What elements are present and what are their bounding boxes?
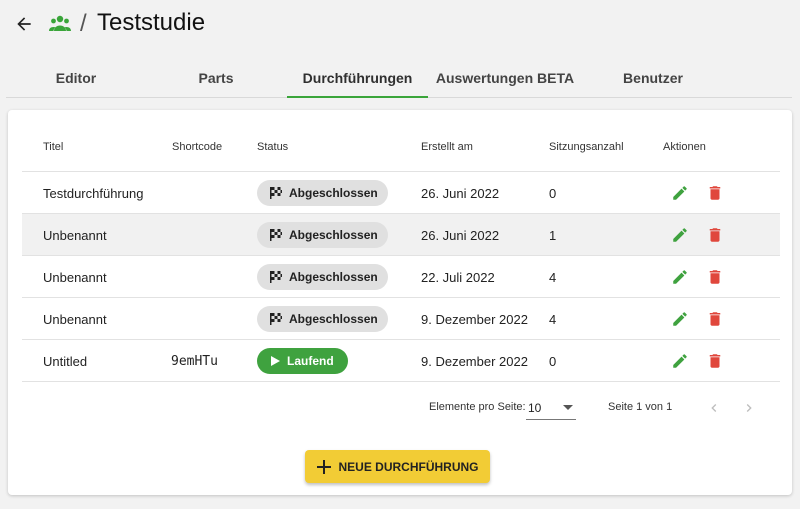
row-shortcode: 9emHTu (171, 353, 218, 369)
row-title: Unbenannt (43, 269, 107, 285)
row-created: 26. Juni 2022 (421, 227, 500, 243)
checkered-flag-icon (270, 271, 282, 283)
active-tab-indicator (287, 96, 428, 98)
row-created: 22. Juli 2022 (421, 269, 495, 285)
tab-benutzer[interactable]: Benutzer (582, 58, 724, 98)
row-created: 26. Juni 2022 (421, 185, 500, 201)
row-sessions: 4 (549, 311, 557, 327)
tab-bar: Editor Parts Durchführungen Auswertungen… (6, 58, 792, 98)
runs-card: Titel Shortcode Status Erstellt am Sitzu… (8, 110, 792, 495)
delete-icon[interactable] (705, 183, 725, 203)
items-per-page-value: 10 (528, 400, 542, 415)
column-header-title[interactable]: Titel (43, 141, 63, 153)
dropdown-caret-icon (563, 405, 573, 410)
items-per-page-label: Elemente pro Seite: (429, 401, 526, 413)
header: / Teststudie (0, 0, 800, 50)
row-sessions: 1 (549, 227, 557, 243)
row-sessions: 4 (549, 269, 557, 285)
status-label: Abgeschlossen (289, 270, 378, 284)
page-info: Seite 1 von 1 (608, 401, 673, 413)
new-run-label: NEUE DURCHFÜHRUNG (338, 459, 479, 474)
plus-icon (316, 459, 331, 474)
edit-icon[interactable] (670, 225, 690, 245)
tab-durchfuehrungen[interactable]: Durchführungen (287, 58, 428, 98)
status-chip: Laufend (257, 348, 348, 374)
table-row[interactable]: Untitled 9emHTu Laufend 9. Dezember 2022… (22, 339, 780, 381)
status-label: Abgeschlossen (289, 186, 378, 200)
tab-editor[interactable]: Editor (6, 58, 146, 98)
status-label: Abgeschlossen (289, 228, 378, 242)
delete-icon[interactable] (705, 225, 725, 245)
edit-icon[interactable] (670, 267, 690, 287)
row-title: Unbenannt (43, 311, 107, 327)
items-per-page-select[interactable]: 10 (526, 396, 576, 420)
table-bottom-border (22, 381, 780, 382)
delete-icon[interactable] (705, 351, 725, 371)
back-arrow-icon[interactable] (12, 12, 36, 36)
tab-auswertungen[interactable]: Auswertungen BETA (428, 58, 582, 98)
row-sessions: 0 (549, 353, 557, 369)
new-run-button[interactable]: NEUE DURCHFÜHRUNG (305, 450, 490, 483)
status-label: Abgeschlossen (289, 312, 378, 326)
edit-icon[interactable] (670, 309, 690, 329)
edit-icon[interactable] (670, 183, 690, 203)
checkered-flag-icon (270, 187, 282, 199)
column-header-created[interactable]: Erstellt am (421, 141, 473, 153)
page-title: Teststudie (97, 9, 206, 36)
status-label: Laufend (287, 354, 334, 368)
checkered-flag-icon (270, 229, 282, 241)
column-header-actions: Aktionen (663, 141, 706, 153)
row-title: Testdurchführung (43, 185, 144, 201)
table-row[interactable]: Unbenannt Abgeschlossen 26. Juni 2022 1 (22, 213, 780, 255)
delete-icon[interactable] (705, 309, 725, 329)
row-created: 9. Dezember 2022 (421, 311, 528, 327)
status-chip: Abgeschlossen (257, 306, 388, 332)
row-sessions: 0 (549, 185, 557, 201)
column-header-status[interactable]: Status (257, 141, 288, 153)
table-row[interactable]: Unbenannt Abgeschlossen 22. Juli 2022 4 (22, 255, 780, 297)
table-row[interactable]: Unbenannt Abgeschlossen 9. Dezember 2022… (22, 297, 780, 339)
column-header-shortcode[interactable]: Shortcode (172, 141, 222, 153)
status-chip: Abgeschlossen (257, 180, 388, 206)
row-created: 9. Dezember 2022 (421, 353, 528, 369)
delete-icon[interactable] (705, 267, 725, 287)
breadcrumb-separator: / (80, 10, 87, 37)
edit-icon[interactable] (670, 351, 690, 371)
status-chip: Abgeschlossen (257, 222, 388, 248)
status-chip: Abgeschlossen (257, 264, 388, 290)
row-title: Unbenannt (43, 227, 107, 243)
checkered-flag-icon (270, 313, 282, 325)
previous-page-icon[interactable] (704, 398, 724, 418)
group-icon (49, 14, 71, 32)
table-row[interactable]: Testdurchführung Abgeschlossen 26. Juni … (22, 171, 780, 213)
column-header-sessions[interactable]: Sitzungsanzahl (549, 141, 624, 153)
play-icon (271, 356, 280, 366)
next-page-icon[interactable] (739, 398, 759, 418)
row-title: Untitled (43, 353, 88, 369)
tab-parts[interactable]: Parts (146, 58, 286, 98)
